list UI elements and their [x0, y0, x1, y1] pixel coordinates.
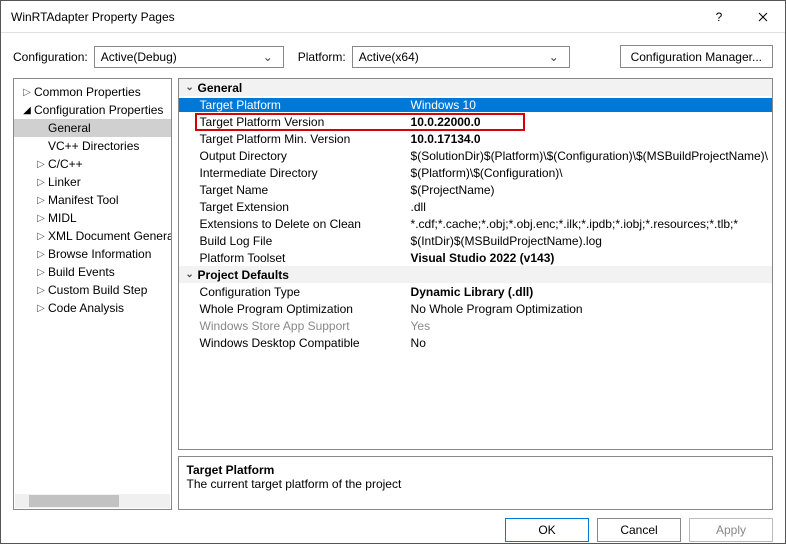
tree-item-configuration-properties[interactable]: ◢ Configuration Properties	[14, 101, 172, 119]
prop-windows-desktop-compatible[interactable]: Windows Desktop Compatible No	[179, 334, 772, 351]
tree-item-build-events[interactable]: ▷Build Events	[14, 263, 172, 281]
prop-build-log-file[interactable]: Build Log File $(IntDir)$(MSBuildProject…	[179, 232, 772, 249]
prop-configuration-type[interactable]: Configuration Type Dynamic Library (.dll…	[179, 283, 772, 300]
tree-item-c-cpp[interactable]: ▷C/C++	[14, 155, 172, 173]
prop-target-platform-min-version[interactable]: Target Platform Min. Version 10.0.17134.…	[179, 130, 772, 147]
ok-button[interactable]: OK	[505, 518, 589, 542]
configuration-select[interactable]: Active(Debug) ⌄	[94, 46, 284, 68]
expand-icon[interactable]: ▷	[34, 177, 48, 188]
prop-windows-store-app-support[interactable]: Windows Store App Support Yes	[179, 317, 772, 334]
prop-intermediate-directory[interactable]: Intermediate Directory $(Platform)\$(Con…	[179, 164, 772, 181]
horizontal-scrollbar[interactable]	[15, 494, 170, 508]
prop-target-platform-version[interactable]: Target Platform Version 10.0.22000.0	[179, 113, 772, 130]
expand-icon[interactable]: ▷	[34, 213, 48, 224]
configuration-manager-button[interactable]: Configuration Manager...	[620, 45, 773, 68]
platform-label: Platform:	[298, 50, 346, 64]
description-body: The current target platform of the proje…	[187, 477, 764, 491]
expand-icon[interactable]: ▷	[34, 267, 48, 278]
expand-icon[interactable]: ▷	[34, 249, 48, 260]
platform-value: Active(x64)	[359, 50, 545, 64]
config-bar: Configuration: Active(Debug) ⌄ Platform:…	[1, 33, 785, 78]
collapse-icon[interactable]: ◢	[20, 105, 34, 116]
configuration-value: Active(Debug)	[101, 50, 259, 64]
apply-button[interactable]: Apply	[689, 518, 773, 542]
tree-item-code-analysis[interactable]: ▷Code Analysis	[14, 299, 172, 317]
category-general[interactable]: ⌄General	[179, 79, 772, 96]
tree-item-general[interactable]: General	[14, 119, 172, 137]
scrollbar-thumb[interactable]	[29, 495, 119, 507]
description-panel: Target Platform The current target platf…	[178, 456, 773, 510]
tree-item-custom-build-step[interactable]: ▷Custom Build Step	[14, 281, 172, 299]
tree-panel: ▷ Common Properties ◢ Configuration Prop…	[13, 78, 172, 510]
prop-target-name[interactable]: Target Name $(ProjectName)	[179, 181, 772, 198]
prop-target-extension[interactable]: Target Extension .dll	[179, 198, 772, 215]
tree-item-common-properties[interactable]: ▷ Common Properties	[14, 83, 172, 101]
close-icon	[758, 12, 768, 22]
tree-item-linker[interactable]: ▷Linker	[14, 173, 172, 191]
category-project-defaults[interactable]: ⌄Project Defaults	[179, 266, 772, 283]
expand-icon[interactable]: ▷	[20, 87, 34, 98]
platform-select[interactable]: Active(x64) ⌄	[352, 46, 570, 68]
expand-icon[interactable]: ▷	[34, 303, 48, 314]
cancel-button[interactable]: Cancel	[597, 518, 681, 542]
prop-extensions-to-delete[interactable]: Extensions to Delete on Clean *.cdf;*.ca…	[179, 215, 772, 232]
collapse-icon[interactable]: ⌄	[182, 82, 198, 93]
prop-whole-program-optimization[interactable]: Whole Program Optimization No Whole Prog…	[179, 300, 772, 317]
description-title: Target Platform	[187, 463, 764, 477]
expand-icon[interactable]: ▷	[34, 285, 48, 296]
tree-item-manifest-tool[interactable]: ▷Manifest Tool	[14, 191, 172, 209]
expand-icon[interactable]: ▷	[34, 231, 48, 242]
collapse-icon[interactable]: ⌄	[182, 269, 198, 280]
expand-icon[interactable]: ▷	[34, 195, 48, 206]
window-title: WinRTAdapter Property Pages	[11, 10, 697, 24]
help-button[interactable]: ?	[697, 1, 741, 32]
close-button[interactable]	[741, 1, 785, 32]
tree-item-xml-doc-generator[interactable]: ▷XML Document Generator	[14, 227, 172, 245]
prop-platform-toolset[interactable]: Platform Toolset Visual Studio 2022 (v14…	[179, 249, 772, 266]
dialog-button-row: OK Cancel Apply	[1, 518, 785, 554]
expand-icon[interactable]: ▷	[34, 159, 48, 170]
prop-output-directory[interactable]: Output Directory $(SolutionDir)$(Platfor…	[179, 147, 772, 164]
titlebar: WinRTAdapter Property Pages ?	[1, 1, 785, 33]
property-grid: ⌄General Target Platform Windows 10 Targ…	[178, 78, 773, 450]
tree-item-vcpp-directories[interactable]: VC++ Directories	[14, 137, 172, 155]
prop-target-platform[interactable]: Target Platform Windows 10	[179, 96, 772, 113]
tree-item-browse-information[interactable]: ▷Browse Information	[14, 245, 172, 263]
chevron-down-icon: ⌄	[545, 50, 563, 64]
tree-item-midl[interactable]: ▷MIDL	[14, 209, 172, 227]
configuration-label: Configuration:	[13, 50, 88, 64]
chevron-down-icon: ⌄	[259, 50, 277, 64]
